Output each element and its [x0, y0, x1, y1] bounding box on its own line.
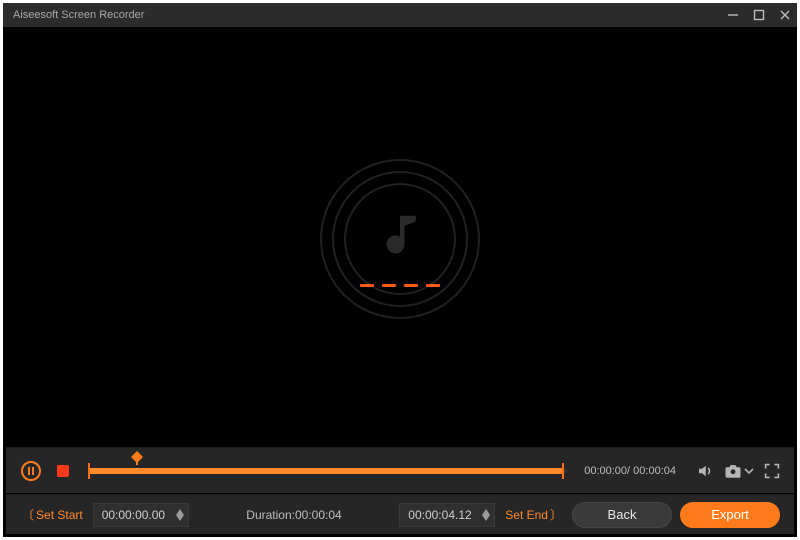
- window-controls: [727, 9, 791, 21]
- end-time-value: 00:00:04.12: [408, 508, 471, 522]
- preview-area: [6, 30, 794, 447]
- audio-dashes: [360, 284, 440, 287]
- close-button[interactable]: [779, 9, 791, 21]
- stop-button[interactable]: [52, 460, 74, 482]
- start-time-step-down[interactable]: [176, 515, 184, 521]
- minimize-button[interactable]: [727, 9, 739, 21]
- end-time-step-down[interactable]: [482, 515, 490, 521]
- timeline[interactable]: [88, 461, 566, 481]
- start-time-input[interactable]: 00:00:00.00: [93, 503, 189, 527]
- audio-placeholder: [320, 159, 480, 319]
- duration-value: 00:00:04: [295, 508, 342, 522]
- transport-right-controls: [696, 462, 780, 480]
- set-end-label: Set End: [505, 508, 548, 522]
- start-time-value: 00:00:00.00: [102, 508, 165, 522]
- back-label: Back: [608, 507, 637, 522]
- fullscreen-button[interactable]: [764, 463, 780, 479]
- total-time: 00:00:04: [633, 465, 676, 477]
- title-bar: Aiseesoft Screen Recorder: [3, 3, 797, 27]
- transport-bar: 00:00:00/ 00:00:04: [6, 447, 794, 493]
- set-end-button[interactable]: Set End 〕: [503, 504, 564, 525]
- snapshot-menu[interactable]: [744, 466, 754, 476]
- end-time-input[interactable]: 00:00:04.12: [399, 503, 495, 527]
- set-start-button[interactable]: 〔 Set Start: [20, 504, 85, 525]
- pause-button[interactable]: [20, 460, 42, 482]
- current-time: 00:00:00: [584, 465, 627, 477]
- export-label: Export: [711, 507, 749, 522]
- clip-start-handle[interactable]: [88, 463, 90, 479]
- timeline-track[interactable]: [88, 468, 566, 474]
- snapshot-button[interactable]: [724, 463, 742, 479]
- bracket-right-icon: 〕: [550, 506, 562, 523]
- timeline-selection: [88, 468, 564, 474]
- app-title: Aiseesoft Screen Recorder: [13, 9, 144, 21]
- export-button[interactable]: Export: [680, 502, 780, 528]
- back-button[interactable]: Back: [572, 502, 672, 528]
- set-start-label: Set Start: [36, 508, 83, 522]
- volume-button[interactable]: [696, 462, 714, 480]
- bracket-left-icon: 〔: [22, 506, 34, 523]
- clip-end-handle[interactable]: [562, 463, 564, 479]
- time-readout: 00:00:00/ 00:00:04: [584, 465, 676, 477]
- duration-readout: Duration:00:00:04: [197, 508, 392, 522]
- footer-bar: 〔 Set Start 00:00:00.00 Duration:00:00:0…: [6, 494, 794, 534]
- maximize-button[interactable]: [753, 9, 765, 21]
- duration-label: Duration:: [246, 508, 295, 522]
- app-window: Aiseesoft Screen Recorder: [0, 0, 800, 540]
- playhead[interactable]: [131, 451, 143, 465]
